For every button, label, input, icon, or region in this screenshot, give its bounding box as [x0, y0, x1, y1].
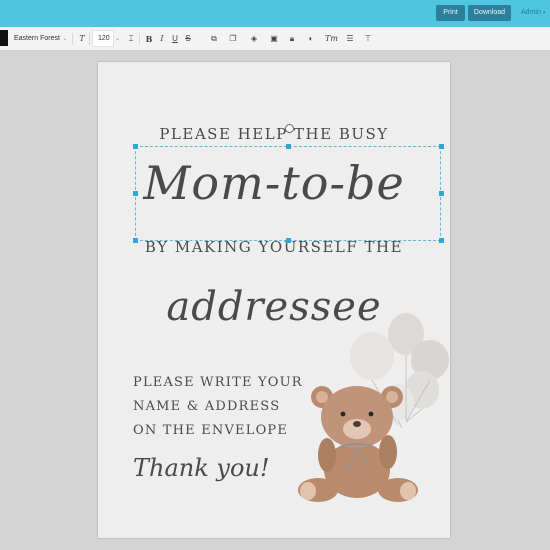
download-button[interactable]: Download	[468, 5, 511, 21]
text-style-icon[interactable]: T	[76, 31, 88, 47]
text-transform-icon[interactable]: Tт	[325, 31, 338, 47]
lock-icon[interactable]: 🔒︎	[286, 31, 298, 47]
resize-handle[interactable]	[439, 191, 444, 196]
divider	[139, 33, 140, 45]
resize-handle[interactable]	[286, 238, 291, 243]
resize-handle[interactable]	[439, 238, 444, 243]
resize-handle[interactable]	[133, 191, 138, 196]
thank-you-script[interactable]: Thank you!	[133, 454, 270, 482]
align-icon[interactable]: ▣	[268, 31, 280, 47]
chevron-down-icon[interactable]: ⌄	[115, 31, 120, 47]
selection-box[interactable]	[135, 146, 441, 241]
rotate-handle-icon[interactable]	[285, 124, 294, 133]
underline-icon[interactable]: U	[169, 31, 181, 47]
teddy-bear-balloons-illustration[interactable]	[294, 310, 450, 506]
print-button[interactable]: Print	[436, 5, 465, 21]
resize-handle[interactable]	[439, 144, 444, 149]
font-size-input[interactable]: 120	[92, 30, 114, 47]
instruction-line-1[interactable]: PLEASE WRITE YOUR	[133, 375, 303, 390]
instruction-line-2[interactable]: NAME & ADDRESS	[133, 399, 280, 414]
font-family-value: Eastern Forest	[14, 35, 60, 42]
admin-menu[interactable]: Admin ▾	[521, 5, 545, 21]
line-spacing-icon[interactable]: ☰	[344, 31, 356, 47]
text-toolbar: Eastern Forest ⌄ T 120 ⌄ ⌶ B I U S ⧉ ❐ ◈ …	[0, 27, 550, 51]
heading-line-1[interactable]: PLEASE HELP THE BUSY	[98, 125, 450, 143]
top-bar: Print Download Admin ▾	[0, 0, 550, 27]
color-icon[interactable]: ◐	[305, 31, 317, 47]
admin-label: Admin	[521, 9, 541, 16]
link-icon[interactable]: ⧉	[208, 31, 220, 47]
resize-handle[interactable]	[286, 144, 291, 149]
resize-handle[interactable]	[133, 144, 138, 149]
italic-icon[interactable]: I	[156, 31, 168, 47]
duplicate-icon[interactable]: ❐	[227, 31, 239, 47]
chevron-down-icon: ▾	[542, 10, 546, 16]
layers-icon[interactable]: ◈	[248, 31, 260, 47]
chevron-down-icon: ⌄	[62, 36, 68, 42]
color-swatch[interactable]	[0, 30, 8, 46]
font-family-select[interactable]: Eastern Forest ⌄	[14, 31, 67, 47]
divider	[72, 33, 73, 45]
text-align-icon[interactable]: ⊤	[362, 31, 374, 47]
design-page[interactable]: PLEASE HELP THE BUSY Mom-to-be BY MAKING…	[98, 62, 450, 538]
bold-icon[interactable]: B	[143, 31, 155, 47]
text-height-icon[interactable]: ⌶	[125, 31, 137, 47]
resize-handle[interactable]	[133, 238, 138, 243]
instruction-line-3[interactable]: ON THE ENVELOPE	[133, 423, 288, 438]
divider	[89, 33, 90, 45]
strikethrough-icon[interactable]: S	[182, 31, 194, 47]
